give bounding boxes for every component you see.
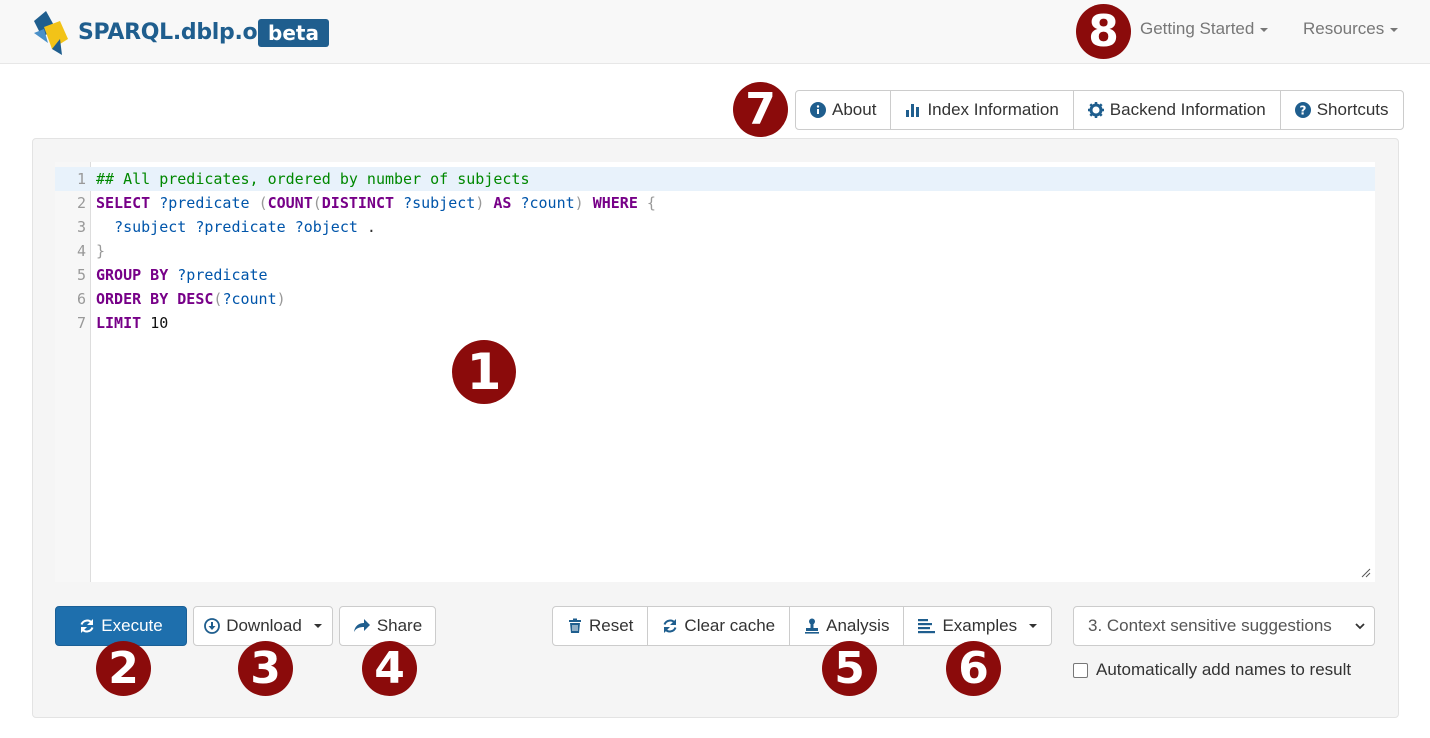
line-number: 6 — [76, 290, 86, 308]
nav-getting-started[interactable]: Getting Started — [1140, 19, 1269, 39]
annotation-badge-3: 3 — [238, 641, 293, 696]
suggestions-selected-value: 3. Context sensitive suggestions — [1088, 616, 1332, 635]
reset-label: Reset — [589, 616, 634, 635]
shortcuts-button[interactable]: ? Shortcuts — [1281, 91, 1403, 129]
beta-badge: beta — [258, 19, 329, 47]
execute-button[interactable]: Execute — [55, 606, 187, 646]
code-line-2: SELECT ?predicate (COUNT(DISTINCT ?subje… — [96, 194, 656, 212]
nav-resources-label: Resources — [1303, 19, 1385, 38]
info-circle-icon — [810, 102, 826, 118]
brand-name[interactable]: SPARQL.dblp.org — [78, 20, 284, 45]
chevron-down-icon — [1355, 623, 1365, 630]
share-label: Share — [376, 616, 423, 635]
analysis-button[interactable]: Analysis — [790, 607, 905, 645]
clear-cache-label: Clear cache — [684, 616, 776, 635]
line-number: 4 — [76, 242, 86, 260]
shortcuts-label: Shortcuts — [1316, 100, 1389, 119]
code-line-6: ORDER BY DESC(?count) — [96, 290, 286, 308]
editor-line[interactable]: 2 SELECT ?predicate (COUNT(DISTINCT ?sub… — [55, 191, 1375, 215]
code-line-7: LIMIT 10 — [96, 314, 169, 332]
refresh-icon — [662, 618, 678, 634]
download-label: Download — [226, 616, 302, 635]
info-button-group: About Index Information Backend Informat… — [795, 90, 1404, 130]
annotation-badge-8: 8 — [1076, 4, 1131, 59]
code-line-4: } — [96, 242, 106, 260]
code-line-5: GROUP BY ?predicate — [96, 266, 268, 284]
analysis-label: Analysis — [826, 616, 890, 635]
suggestions-select[interactable]: 3. Context sensitive suggestions — [1073, 606, 1375, 646]
annotation-badge-7: 7 — [733, 82, 788, 137]
share-button[interactable]: Share — [339, 606, 436, 646]
auto-names-label[interactable]: Automatically add names to result — [1096, 660, 1351, 680]
about-button[interactable]: About — [796, 91, 892, 129]
caret-down-icon — [1390, 27, 1399, 32]
resize-handle-icon[interactable] — [1361, 568, 1371, 578]
examples-label: Examples — [942, 616, 1018, 635]
dblp-logo-icon[interactable] — [32, 9, 72, 55]
reset-button[interactable]: Reset — [553, 607, 649, 645]
about-label: About — [832, 100, 877, 119]
caret-down-icon — [1029, 624, 1038, 628]
gear-icon — [1087, 102, 1104, 118]
editor-line[interactable]: 7 LIMIT 10 — [55, 311, 1375, 335]
trash-icon — [567, 618, 583, 634]
stamp-icon — [804, 618, 820, 634]
editor-line[interactable]: 5 GROUP BY ?predicate — [55, 263, 1375, 287]
execute-label: Execute — [101, 616, 163, 635]
code-line-1: ## All predicates, ordered by number of … — [96, 170, 530, 188]
backend-information-button[interactable]: Backend Information — [1074, 91, 1281, 129]
caret-down-icon — [313, 624, 322, 628]
nav-resources[interactable]: Resources — [1303, 19, 1399, 39]
line-number: 1 — [76, 170, 86, 188]
auto-names-option: Automatically add names to result — [1073, 660, 1351, 680]
question-circle-icon: ? — [1294, 102, 1311, 118]
editor-line[interactable]: 6 ORDER BY DESC(?count) — [55, 287, 1375, 311]
download-button[interactable]: Download — [193, 606, 333, 646]
list-icon — [918, 618, 936, 634]
annotation-badge-2: 2 — [96, 641, 151, 696]
index-information-label: Index Information — [927, 100, 1059, 119]
bar-chart-icon — [905, 102, 921, 118]
annotation-badge-5: 5 — [822, 641, 877, 696]
caret-down-icon — [1260, 27, 1269, 32]
query-editor[interactable]: 1 ## All predicates, ordered by number o… — [55, 162, 1375, 582]
tools-button-group: Reset Clear cache Analysis Examples — [552, 606, 1053, 646]
editor-line[interactable]: 3 ?subject ?predicate ?object . — [55, 215, 1375, 239]
line-number: 3 — [76, 218, 86, 236]
editor-line[interactable]: 4 } — [55, 239, 1375, 263]
svg-text:?: ? — [1299, 104, 1306, 118]
index-information-button[interactable]: Index Information — [891, 91, 1074, 129]
navbar: SPARQL.dblp.org beta 8 Getting Started R… — [0, 0, 1430, 64]
download-circle-icon — [204, 618, 221, 634]
annotation-badge-4: 4 — [362, 641, 417, 696]
line-number: 2 — [76, 194, 86, 212]
examples-button[interactable]: Examples — [904, 607, 1051, 645]
backend-information-label: Backend Information — [1109, 100, 1266, 119]
annotation-badge-1: 1 — [452, 340, 516, 404]
share-arrow-icon — [353, 618, 371, 634]
refresh-icon — [79, 618, 95, 634]
editor-line[interactable]: 1 ## All predicates, ordered by number o… — [55, 167, 1375, 191]
line-number: 5 — [76, 266, 86, 284]
code-line-3: ?subject ?predicate ?object . — [114, 218, 376, 236]
clear-cache-button[interactable]: Clear cache — [648, 607, 791, 645]
line-number: 7 — [76, 314, 86, 332]
auto-names-checkbox[interactable] — [1073, 662, 1088, 678]
nav-getting-started-label: Getting Started — [1140, 19, 1255, 38]
annotation-badge-6: 6 — [946, 641, 1001, 696]
